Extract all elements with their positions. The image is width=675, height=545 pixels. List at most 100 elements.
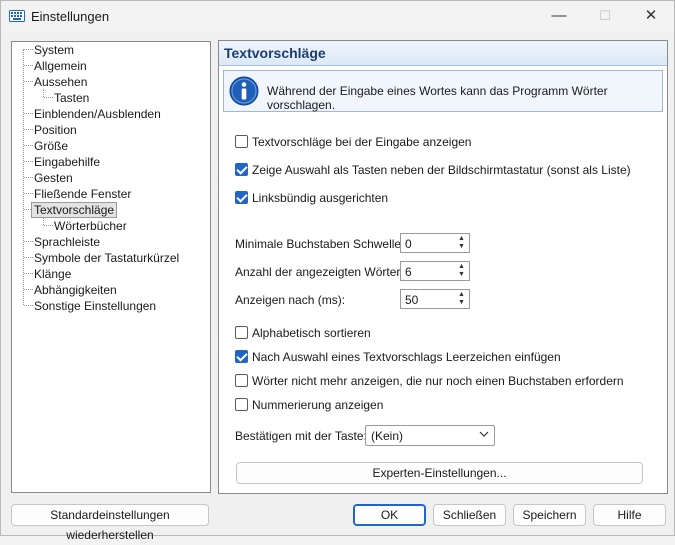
spin-up-icon[interactable]: ▲ [455,263,468,271]
word-count-label: Anzahl der angezeigten Wörter: [235,265,404,279]
tree-connector [44,225,53,226]
tree-item-symbole[interactable]: Symbole der Tastaturkürzel [34,250,179,266]
tree-item-klaenge[interactable]: Klänge [34,266,71,282]
word-count-spinner[interactable]: 6 ▲ ▼ [400,261,470,281]
checkbox-box[interactable] [235,326,248,339]
info-text: Während der Eingabe eines Wortes kann da… [267,84,608,112]
tree-item-label: Position [34,123,77,137]
tree-connector [24,193,33,194]
tree-item-label: Symbole der Tastaturkürzel [34,251,180,265]
delay-label: Anzeigen nach (ms): [235,293,346,307]
chevron-down-icon [479,431,489,437]
spinner-value[interactable]: 6 [405,265,412,279]
tree-connector [24,241,33,242]
tree-item-einblenden[interactable]: Einblenden/Ausblenden [34,106,161,122]
tree-item-gesten[interactable]: Gesten [34,170,73,186]
settings-panel: Textvorschläge Während der Eingabe eines… [218,40,668,494]
tree-connector [24,273,33,274]
tree-item-allgemein[interactable]: Allgemein [34,58,87,74]
checkbox-box[interactable] [235,350,248,363]
settings-window: Einstellungen — ☐ ✕ System Allgemein Aus… [0,0,675,542]
checkbox-box[interactable] [235,135,248,148]
tree-item-groesse[interactable]: Größe [34,138,68,154]
maximize-button: ☐ [599,8,611,23]
tree-connector [24,113,33,114]
info-box: Während der Eingabe eines Wortes kann da… [223,70,663,112]
checkbox-label: Alphabetisch sortieren [252,326,371,340]
tree-item-aussehen[interactable]: Aussehen [34,74,87,90]
tree-connector [43,217,44,225]
tree-item-label: Gesten [34,171,73,185]
tree-connector [24,161,33,162]
tree-item-label: Fließende Fenster [34,187,132,201]
select-value: (Kein) [371,429,404,443]
tree-item-label: Aussehen [34,75,88,89]
checkbox-box[interactable] [235,191,248,204]
help-button[interactable]: Hilfe [593,504,666,526]
spin-down-icon[interactable]: ▼ [455,243,468,251]
tree-item-label: Allgemein [34,59,87,73]
tree-item-label: Klänge [34,267,72,281]
title-bar: Einstellungen — ☐ ✕ [1,1,674,33]
tree-item-sprachleiste[interactable]: Sprachleiste [34,234,100,250]
spin-up-icon[interactable]: ▲ [455,235,468,243]
tree-item-abhaengigkeiten[interactable]: Abhängigkeiten [34,282,117,298]
panel-header: Textvorschläge [219,41,667,66]
tree-item-label: Eingabehilfe [34,155,101,169]
spin-down-icon[interactable]: ▼ [455,271,468,279]
tree-connector [44,97,53,98]
info-icon [229,76,259,106]
tree-connector [24,49,33,50]
close-window-button[interactable]: ✕ [628,1,674,33]
close-button[interactable]: Schließen [433,504,506,526]
tree-item-position[interactable]: Position [34,122,77,138]
tree-connector [43,89,44,97]
keyboard-icon [9,10,25,22]
panel-title: Textvorschläge [224,45,326,61]
checkbox-box[interactable] [235,374,248,387]
tree-connector [24,177,33,178]
checkbox-box[interactable] [235,163,248,176]
tree-item-textvorschlaege[interactable]: Textvorschläge [31,202,118,218]
expert-settings-button[interactable]: Experten-Einstellungen... [236,462,643,484]
spin-down-icon[interactable]: ▼ [455,299,468,307]
tree-connector [24,257,33,258]
tree-connector [24,289,33,290]
spin-up-icon[interactable]: ▲ [455,291,468,299]
tree-connector [24,65,33,66]
tree-connector [24,81,33,82]
checkbox-label: Nummerierung anzeigen [252,398,384,412]
tree-item-woerterbuecher[interactable]: Wörterbücher [54,218,127,234]
spinner-value[interactable]: 0 [405,237,412,251]
spinner-value[interactable]: 50 [405,293,418,307]
checkbox-label: Linksbündig ausgerichten [252,191,389,205]
min-letters-spinner[interactable]: 0 ▲ ▼ [400,233,470,253]
delay-spinner[interactable]: 50 ▲ ▼ [400,289,470,309]
tree-item-label: Einblenden/Ausblenden [34,107,161,121]
tree-item-label: Sprachleiste [34,235,101,249]
confirm-key-label: Bestätigen mit der Taste: [235,429,367,443]
tree-item-fliessende-fenster[interactable]: Fließende Fenster [34,186,131,202]
save-button[interactable]: Speichern [513,504,586,526]
checkbox-label: Zeige Auswahl als Tasten neben der Bilds… [252,163,631,177]
checkbox-box[interactable] [235,398,248,411]
tree-item-sonstige[interactable]: Sonstige Einstellungen [34,298,156,314]
tree-connector [24,129,33,130]
tree-connector [24,145,33,146]
checkbox-label: Wörter nicht mehr anzeigen, die nur noch… [252,374,624,388]
ok-button[interactable]: OK [353,504,426,526]
tree-item-system[interactable]: System [34,42,74,58]
tree-item-eingabehilfe[interactable]: Eingabehilfe [34,154,100,170]
tree-item-label: Sonstige Einstellungen [34,299,157,313]
window-title: Einstellungen [31,9,110,24]
tree-item-label: Textvorschläge [31,202,118,218]
tree-item-label: System [34,43,75,57]
tree-item-label: Abhängigkeiten [34,283,117,297]
minimize-button[interactable]: — [536,1,582,33]
settings-tree[interactable]: System Allgemein Aussehen Tasten Einblen… [11,41,211,493]
confirm-key-select[interactable]: (Kein) [365,425,495,446]
checkbox-label: Nach Auswahl eines Textvorschlags Leerze… [252,350,561,364]
restore-defaults-button[interactable]: Standardeinstellungen wiederherstellen [11,504,209,542]
tree-item-label: Wörterbücher [54,219,127,233]
tree-item-tasten[interactable]: Tasten [54,90,89,106]
